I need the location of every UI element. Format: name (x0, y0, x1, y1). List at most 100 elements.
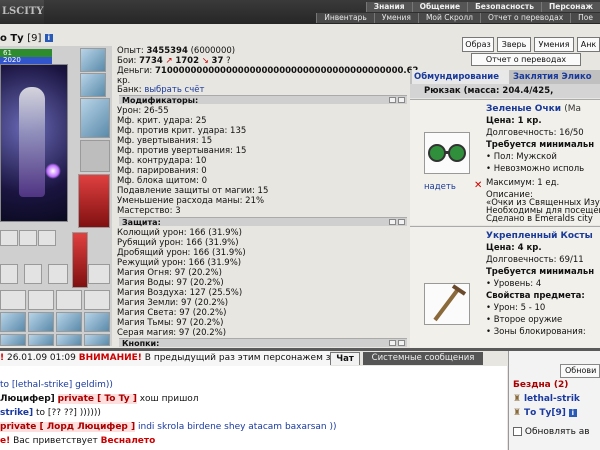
nav-transfer-report[interactable]: Отчет о переводах (479, 13, 571, 23)
online-user-name[interactable]: lethal-strik (524, 394, 580, 404)
heart-icon[interactable] (0, 264, 18, 284)
online-user[interactable]: ♜ То Ту[9] i (513, 408, 577, 418)
equip-slot-bag-4[interactable] (84, 290, 110, 310)
mod-line: Урон: 26-55 (117, 106, 169, 116)
equip-slot-ring-3[interactable] (38, 230, 56, 246)
chat-highlight[interactable]: Весналето (101, 436, 156, 446)
nav-skills[interactable]: Умения (373, 13, 418, 23)
delete-icon[interactable]: ✕ (474, 180, 482, 191)
auto-refresh-checkbox[interactable] (513, 427, 522, 436)
system-alert: ВНИМАНИЕ! (78, 353, 142, 363)
collapse-icon[interactable] (389, 340, 396, 346)
info-icon[interactable]: i (568, 408, 577, 417)
experience-next: (6000000) (190, 46, 236, 56)
equip-slot-bag-2[interactable] (28, 290, 54, 310)
online-user[interactable]: ♜ lethal-strik (513, 394, 580, 404)
green-glasses-icon[interactable] (424, 132, 470, 174)
equip-slot-scroll-2[interactable] (28, 312, 54, 332)
chat-private-tag[interactable]: private [ Лорд Люцифер ] (0, 422, 136, 432)
mod-line: Мф. против увертывания: 15 (117, 146, 247, 156)
chat-sender[interactable]: strike] (0, 408, 33, 418)
equip-slot-scroll-3[interactable] (56, 312, 82, 332)
equip-slot-bag-1[interactable] (0, 290, 26, 310)
mod-line: Мф. увертывания: 15 (117, 136, 213, 146)
auto-refresh-row: Обновлять ав (513, 427, 590, 437)
wear-link[interactable]: надеть (424, 182, 456, 192)
nav-more[interactable]: Пое (570, 13, 600, 23)
nav-communication[interactable]: Общение (411, 2, 468, 12)
chat-text: indi skrola birdene shey atacam baxarsan… (138, 422, 337, 432)
tab-ank[interactable]: Анк (577, 37, 600, 52)
tab-chat[interactable]: Чат (330, 352, 360, 365)
info-icon[interactable]: i (44, 34, 53, 42)
protection-header[interactable]: Защита: (119, 217, 407, 227)
equip-slot-boots[interactable] (72, 232, 88, 288)
section-controls (389, 340, 405, 346)
buttons-section-header[interactable]: Кнопки: (119, 338, 407, 348)
battles-draws: 37 (211, 56, 224, 66)
equip-slot-weapon[interactable] (80, 140, 110, 172)
tab-pet[interactable]: Зверь (497, 37, 531, 52)
modifiers-header[interactable]: Модификаторы: (119, 95, 407, 105)
subtab-equipment[interactable]: Обмундирование (412, 70, 509, 84)
tab-image[interactable]: Образ (462, 37, 494, 52)
item-requirements: Требуется минимальн (486, 140, 595, 150)
equip-slot-scroll-1[interactable] (0, 312, 26, 332)
prot-line: Серая магия: 97 (20.2%) (117, 328, 227, 338)
first-aid-icon[interactable] (24, 264, 42, 284)
equip-slot-scroll-6[interactable] (28, 334, 54, 346)
subtab-spells[interactable]: Заклятия Элико (511, 70, 600, 84)
equip-slot-scroll-8[interactable] (84, 334, 110, 346)
prot-line: Магия Огня: 97 (20.2%) (117, 268, 222, 278)
expand-icon[interactable] (398, 340, 405, 346)
equip-slot-bag-3[interactable] (56, 290, 82, 310)
section-controls (389, 219, 405, 225)
battles-label: Бои: (117, 56, 137, 66)
nav-security[interactable]: Безопасность (467, 2, 541, 12)
mod-line: Мф. против крит. удара: 135 (117, 126, 247, 136)
collapse-icon[interactable] (389, 219, 396, 225)
crutch-icon[interactable] (424, 283, 470, 325)
chat-line: to [lethal-strike] geldim)) (0, 380, 113, 390)
mod-line: Мф. контрудара: 10 (117, 156, 207, 166)
expand-icon[interactable] (398, 97, 405, 103)
equip-slot-earrings[interactable] (80, 73, 106, 97)
item-name-text[interactable]: Зеленые Очки (486, 104, 561, 114)
refresh-button[interactable]: Обнови (560, 364, 600, 378)
equip-slot-helmet[interactable] (80, 48, 106, 72)
chat-sender[interactable]: Люцифер] (0, 394, 55, 404)
nav-knowledge[interactable]: Знания (365, 2, 412, 12)
online-user-name[interactable]: То Ту[9] (524, 408, 566, 418)
subtab-elixirs-label[interactable]: Элико (562, 72, 592, 82)
prot-line: Дробящий урон: 166 (31.9%) (117, 248, 246, 258)
nav-inventory[interactable]: Инвентарь (316, 13, 374, 23)
location-name: Бездна (2) (513, 380, 569, 390)
item-name[interactable]: Укрепленный Косты (486, 231, 593, 241)
inventory-item: Укрепленный Косты Цена: 4 кр. Долговечно… (410, 226, 600, 348)
item-price: Цена: 4 кр. (486, 243, 542, 253)
equip-slot-scroll-5[interactable] (0, 334, 26, 346)
inventory-item: надеть ✕ Зеленые Очки (Ма Цена: 1 кр. До… (410, 99, 600, 225)
prot-line: Магия Воздуха: 127 (25.5%) (117, 288, 243, 298)
nav-my-scroll[interactable]: Мой Скролл (417, 13, 480, 23)
mod-line: Мастерство: 3 (117, 206, 181, 216)
chat-private-tag[interactable]: private [ To Ty ] (57, 394, 137, 404)
bank-select-link[interactable]: выбрать счёт (144, 85, 204, 95)
transfer-report-button[interactable]: Отчет о переводах (471, 53, 581, 66)
equip-slot-ring-1[interactable] (0, 230, 18, 246)
equip-slot-ring-2[interactable] (19, 230, 37, 246)
equip-slot-armor[interactable] (78, 174, 110, 228)
collapse-icon[interactable] (389, 97, 396, 103)
equip-slot-misc[interactable] (88, 264, 110, 284)
nav-character[interactable]: Персонаж (540, 2, 600, 12)
secondary-nav: Инвентарь Умения Мой Скролл Отчет о пере… (316, 13, 600, 23)
battles-row: Бои: 7734 ↗ 1702 ↘ 37 ? (117, 56, 231, 66)
battles-losses: 1702 (175, 56, 199, 66)
expand-icon[interactable] (398, 219, 405, 225)
sunglasses-icon[interactable] (48, 264, 68, 284)
equip-slot-scroll-7[interactable] (56, 334, 82, 346)
equip-slot-scroll-4[interactable] (84, 312, 110, 332)
equip-slot-necklace[interactable] (80, 98, 110, 138)
tab-skills[interactable]: Умения (534, 37, 574, 52)
tab-system-messages[interactable]: Системные сообщения (363, 352, 483, 365)
